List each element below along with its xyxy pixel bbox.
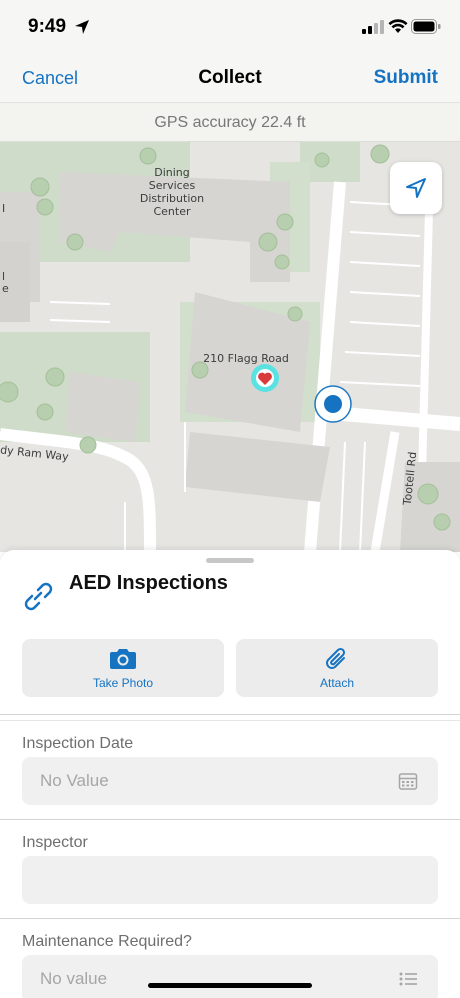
map-label-edge-1: I <box>2 202 6 215</box>
gps-accuracy-banner: GPS accuracy 22.4 ft <box>0 102 460 142</box>
wifi-icon <box>388 19 408 33</box>
status-time: 9:49 <box>28 16 67 37</box>
list-icon <box>399 972 417 986</box>
feature-sheet: AED Inspections Take Photo Attach Inspec… <box>0 550 460 998</box>
inspection-date-label: Inspection Date <box>22 735 134 752</box>
attach-button[interactable]: Attach <box>236 639 438 697</box>
cancel-button[interactable]: Cancel <box>22 68 78 89</box>
navigation-arrow-icon <box>406 178 426 198</box>
layer-title: AED Inspections <box>69 572 228 594</box>
battery-icon <box>411 19 441 34</box>
sheet-grabber[interactable] <box>206 558 254 563</box>
inspection-date-input[interactable]: No Value <box>22 757 438 805</box>
submit-button[interactable]: Submit <box>374 67 438 89</box>
map-label-dining-services: Dining Services Distribution Center <box>139 166 205 218</box>
divider <box>0 918 460 919</box>
inspector-input[interactable] <box>22 856 438 904</box>
link-icon <box>24 582 53 611</box>
calendar-icon <box>398 773 418 790</box>
location-arrow-icon <box>75 20 89 34</box>
map-label-edge-3: e <box>2 282 9 295</box>
divider <box>0 720 460 721</box>
map-view[interactable]: Dining Services Distribution Center 210 … <box>0 142 460 552</box>
maintenance-required-select[interactable]: No value <box>22 955 438 998</box>
paperclip-icon <box>326 647 346 669</box>
map-label-flagg-road: 210 Flagg Road <box>203 352 289 365</box>
current-location-dot <box>324 395 342 413</box>
cellular-signal-icon <box>362 20 384 34</box>
status-bar: 9:49 <box>0 0 460 56</box>
inspection-date-value: No Value <box>40 771 109 790</box>
take-photo-label: Take Photo <box>92 676 154 690</box>
divider <box>0 714 460 715</box>
inspector-label: Inspector <box>22 834 88 851</box>
attach-label: Attach <box>319 676 355 690</box>
home-indicator[interactable] <box>148 983 312 988</box>
take-photo-button[interactable]: Take Photo <box>22 639 224 697</box>
nav-bar: Cancel Collect Submit <box>0 56 460 102</box>
locate-me-button[interactable] <box>390 162 442 214</box>
maintenance-required-label: Maintenance Required? <box>22 933 192 950</box>
maintenance-required-value: No value <box>40 969 108 988</box>
camera-icon <box>110 649 136 669</box>
divider <box>0 819 460 820</box>
